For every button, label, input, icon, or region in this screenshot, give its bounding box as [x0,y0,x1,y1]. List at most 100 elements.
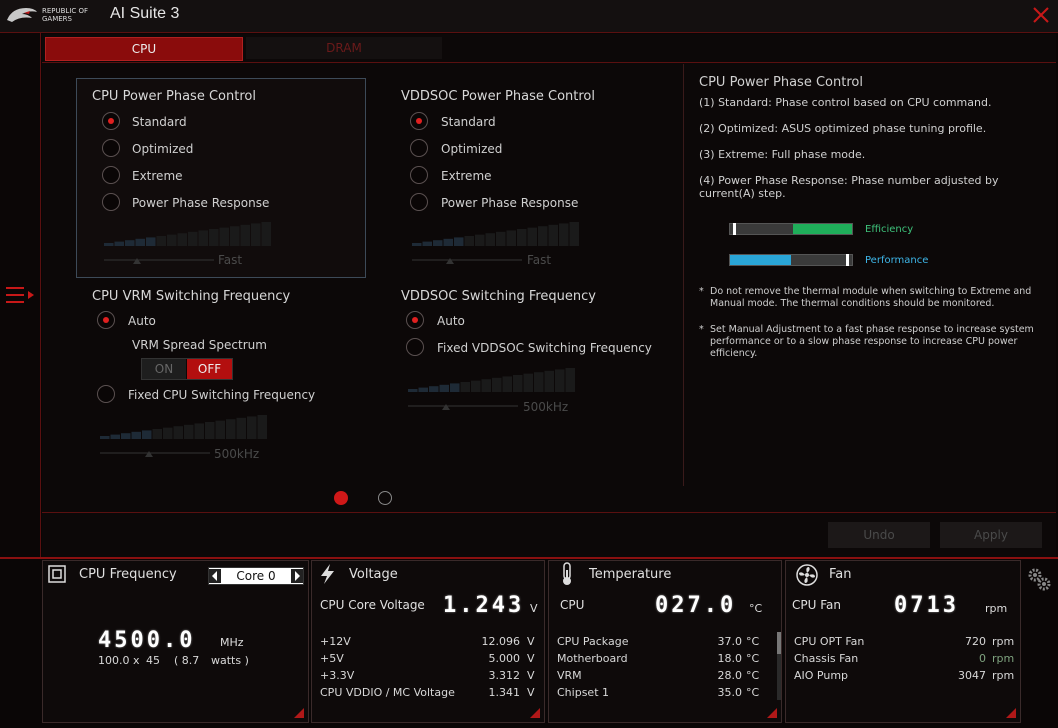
vddsoc-phase-radio-standard[interactable] [410,112,428,130]
fan-title: Fan [829,567,852,582]
note-1-text: Do not remove the thermal module when sw… [710,286,1032,309]
expand-corner-icon[interactable] [1006,708,1016,718]
apply-button[interactable]: Apply [940,522,1042,548]
page-dot-2[interactable] [378,491,392,505]
tab-cpu[interactable]: CPU [45,37,243,61]
chevron-left-icon [212,571,217,581]
temp-row-label: VRM [557,669,582,682]
vddsoc-phase-ramp-slider [412,222,579,264]
ramp-step [100,436,110,439]
ramp-step [177,233,187,246]
vddsoc-phase-radio-optimized[interactable] [410,139,428,157]
voltage-row-unit: V [527,669,535,682]
fan-row-value: 0 [979,652,986,665]
logo-text: REPUBLIC OF GAMERS [42,7,89,23]
ramp-step [408,389,418,392]
vddsoc-phase-label-response: Power Phase Response [441,196,579,210]
cpu-phase-radio-response[interactable] [102,193,120,211]
lightning-icon [321,564,334,584]
voltage-row-value: 5.000 [488,652,521,665]
ramp-step [513,375,523,392]
settings-gear-icon[interactable] [1026,566,1052,592]
tab-dram[interactable]: DRAM [246,37,442,59]
cpu-vrm-radio-auto[interactable] [97,311,115,329]
cpu-phase-label-standard: Standard [132,115,187,129]
note-2: * Set Manual Adjustment to a fast phase … [699,324,1044,360]
cpu-phase-radio-optimized[interactable] [102,139,120,157]
temp-row-unit: °C [746,686,760,699]
vddsoc-freq-label-auto: Auto [437,314,465,328]
ramp-step [538,226,548,246]
ramp-step [506,230,516,246]
toggle-off-option[interactable]: OFF [187,359,232,379]
core-prev-button[interactable] [209,569,221,583]
ramp-step [559,223,569,246]
efficiency-label: Efficiency [865,224,914,235]
fan-row-value: 720 [965,635,986,648]
cpu-phase-label-response: Power Phase Response [132,196,270,210]
ramp-step [460,382,470,392]
temp-row-value: 28.0 [717,669,743,682]
temp-row-label: CPU Package [557,635,629,648]
ramp-step [156,236,166,246]
core-select[interactable]: Core 0 [208,567,304,585]
efficiency-marker [733,223,736,235]
menu-button[interactable] [6,285,38,307]
cpu-fan-value: 0713 [894,593,959,618]
cpu-vrm-title: CPU VRM Switching Frequency [92,289,291,304]
cpu-phase-radio-extreme[interactable] [102,166,120,184]
close-button[interactable] [1030,4,1052,26]
voltage-row-label: +12V [320,635,351,648]
voltage-row-value: 3.312 [488,669,521,682]
fan-row-label: Chassis Fan [794,652,859,665]
voltage-row-label: +5V [320,652,344,665]
rog-eye-icon [7,8,37,22]
ramp-step [429,386,439,392]
thermometer-icon [563,562,571,585]
performance-label: Performance [865,255,929,266]
fan-row-unit: rpm [992,635,1015,648]
ramp-step [230,226,240,246]
undo-button[interactable]: Undo [828,522,930,548]
ramp-step [215,420,225,439]
vddsoc-phase-radio-extreme[interactable] [410,166,428,184]
ramp-step [173,426,183,439]
temperature-title: Temperature [589,567,672,582]
ramp-step [240,224,250,246]
cpu-chip-icon [48,565,66,583]
note-2-text: Set Manual Adjustment to a fast phase re… [710,324,1034,359]
note-1: * Do not remove the thermal module when … [699,286,1044,310]
ramp-step [261,222,271,246]
ramp-step [418,387,428,392]
page-dot-1[interactable] [334,491,348,505]
vddsoc-phase-radio-response[interactable] [410,193,428,211]
scrollbar-thumb[interactable] [777,632,781,654]
temp-row-label: Chipset 1 [557,686,609,699]
cpu-phase-label-optimized: Optimized [132,142,194,156]
ramp-step [219,227,229,246]
vddsoc-phase-label-optimized: Optimized [441,142,503,156]
cpu-vrm-radio-fixed[interactable] [97,385,115,403]
cpu-core-voltage-unit: V [530,602,538,615]
core-next-button[interactable] [291,569,303,583]
ramp-step [167,234,177,246]
toggle-on-option[interactable]: ON [142,359,186,379]
ramp-step [502,376,512,392]
info-line-4: (4) Power Phase Response: Phase number a… [699,174,999,200]
expand-corner-icon[interactable] [767,708,777,718]
temperature-scrollbar[interactable] [777,632,781,700]
fan-row-unit: rpm [992,669,1015,682]
expand-corner-icon[interactable] [530,708,540,718]
ramp-step [544,370,554,392]
vddsoc-freq-radio-auto[interactable] [406,311,424,329]
expand-corner-icon[interactable] [294,708,304,718]
vddsoc-freq-radio-fixed[interactable] [406,338,424,356]
ramp-step [247,416,257,439]
temp-row-unit: °C [746,669,760,682]
ramp-step [135,238,145,246]
ramp-step [565,368,575,392]
core-select-value: Core 0 [236,569,276,583]
cpu-phase-radio-standard[interactable] [102,112,120,130]
ramp-step [412,243,422,246]
vrm-spread-toggle[interactable]: ON OFF [141,358,233,380]
